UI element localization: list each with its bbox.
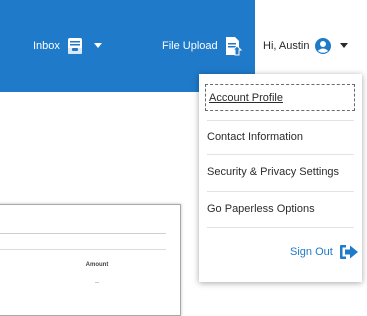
- divider: [207, 191, 354, 192]
- menu-item-go-paperless-options[interactable]: Go Paperless Options: [207, 203, 315, 215]
- amount-column-header: Amount: [85, 262, 109, 268]
- divider: [207, 120, 354, 121]
- user-dropdown-menu: Account Profile Contact Information Secu…: [199, 74, 362, 282]
- inbox-menu[interactable]: Inbox: [33, 0, 102, 92]
- divider: [207, 154, 354, 155]
- sign-out-arrow-icon: [339, 244, 359, 260]
- user-circle-icon: [315, 38, 332, 54]
- transactions-card: Amount --: [0, 204, 181, 316]
- divider: [0, 233, 166, 234]
- chevron-down-icon: [340, 43, 349, 49]
- user-greeting: Hi, Austin: [263, 40, 310, 52]
- divider: [207, 227, 354, 228]
- file-upload-label: File Upload: [162, 40, 218, 52]
- menu-item-security-privacy-settings[interactable]: Security & Privacy Settings: [207, 166, 339, 178]
- menu-item-contact-information[interactable]: Contact Information: [207, 131, 303, 143]
- chevron-down-icon: [93, 43, 102, 49]
- divider: [0, 249, 166, 250]
- sign-out-button[interactable]: Sign Out: [290, 244, 359, 260]
- menu-item-account-profile[interactable]: Account Profile: [205, 84, 355, 111]
- inbox-tray-icon: [66, 37, 84, 55]
- amount-cell: --: [95, 280, 99, 286]
- sign-out-label: Sign Out: [290, 246, 333, 258]
- inbox-label: Inbox: [33, 40, 60, 52]
- document-upload-icon: [224, 36, 242, 56]
